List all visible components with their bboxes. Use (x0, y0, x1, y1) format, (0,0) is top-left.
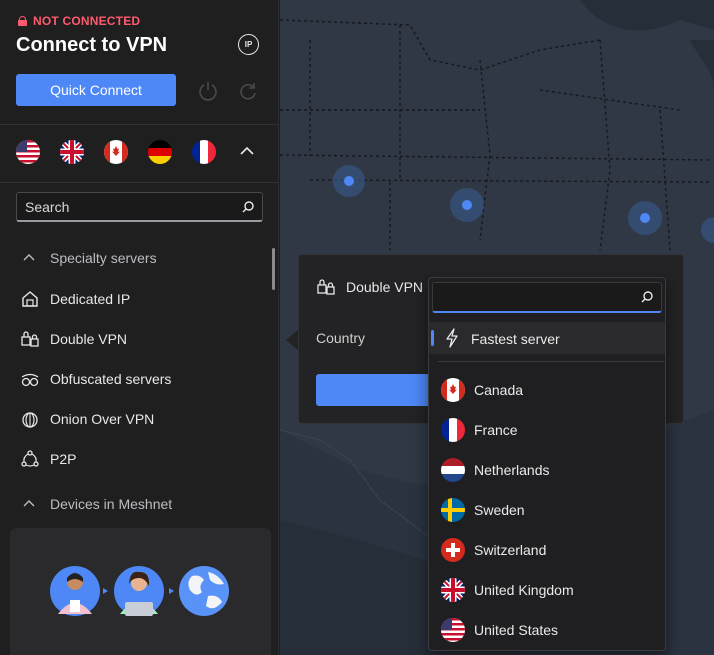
nl-flag-icon (441, 458, 465, 482)
chevron-up-icon (23, 500, 35, 507)
dropdown-item-label: Netherlands (474, 462, 550, 478)
search-placeholder: Search (25, 198, 70, 215)
se-flag-icon (441, 498, 465, 522)
dropdown-item-label: Sweden (474, 502, 525, 518)
ch-flag-icon (441, 538, 465, 562)
dropdown-item-fastest-server[interactable]: Fastest server (429, 322, 665, 354)
chevron-up-icon (23, 254, 35, 261)
search-input[interactable]: Search (16, 192, 263, 222)
onion-icon (22, 412, 38, 428)
sidebar-item-double-vpn[interactable]: Double VPN (20, 329, 127, 349)
nav-label: P2P (50, 451, 77, 467)
sidebar-item-onion[interactable]: Onion Over VPN (20, 409, 154, 429)
dropdown-item-label: France (474, 422, 518, 438)
nav-label: Obfuscated servers (50, 371, 172, 387)
country-label: Country (316, 330, 366, 346)
meshnet-card (10, 528, 271, 655)
dropdown-search-input[interactable] (432, 282, 662, 313)
power-icon[interactable] (197, 80, 219, 102)
dropdown-divider (438, 361, 664, 362)
meshnet-illustration (50, 566, 229, 616)
sidebar-item-dedicated-ip[interactable]: Dedicated IP (20, 289, 130, 309)
nav-label: Onion Over VPN (50, 411, 155, 427)
dropdown-item-sweden[interactable]: Sweden (441, 498, 525, 522)
sidebar-item-p2p[interactable]: P2P (20, 449, 76, 469)
p2p-icon (21, 450, 39, 467)
chevron-up-icon[interactable] (240, 146, 254, 156)
popover-title: Double VPN (316, 277, 423, 297)
dropdown-item-label: United Kingdom (474, 582, 574, 598)
nav-label: Specialty servers (50, 250, 157, 266)
glasses-icon (21, 373, 39, 387)
dropdown-item-label: Fastest server (471, 331, 560, 347)
divider (0, 124, 279, 125)
sidebar-scrollbar[interactable] (272, 248, 275, 290)
fr-flag-icon (441, 418, 465, 442)
dropdown-item-label: Switzerland (474, 542, 547, 558)
double-lock-icon (317, 279, 335, 295)
nav-label: Dedicated IP (50, 291, 131, 307)
uk-flag-icon[interactable] (60, 140, 84, 164)
dropdown-item-united-kingdom[interactable]: United Kingdom (441, 578, 574, 602)
popover-title-text: Double VPN (346, 279, 424, 295)
us-flag-icon[interactable] (16, 140, 40, 164)
selected-indicator (431, 330, 434, 346)
dropdown-item-netherlands[interactable]: Netherlands (441, 458, 550, 482)
house-icon (22, 291, 38, 307)
popover-connect-button[interactable] (316, 374, 436, 406)
status-text: NOT CONNECTED (33, 14, 141, 28)
us-flag-icon (441, 618, 465, 642)
ip-button[interactable]: IP (238, 34, 259, 55)
refresh-icon[interactable] (237, 80, 259, 102)
sidebar: NOT CONNECTED Connect to VPN IP Quick Co… (0, 0, 279, 655)
ca-flag-icon (441, 378, 465, 402)
sidebar-item-obfuscated[interactable]: Obfuscated servers (20, 369, 171, 389)
dropdown-item-switzerland[interactable]: Switzerland (441, 538, 546, 562)
connection-status: NOT CONNECTED (18, 14, 140, 28)
nav-label: Double VPN (50, 331, 128, 347)
meshnet-header[interactable]: Devices in Meshnet (20, 496, 172, 512)
fr-flag-icon[interactable] (192, 140, 216, 164)
uk-flag-icon (441, 578, 465, 602)
app-root: NOT CONNECTED Connect to VPN IP Quick Co… (0, 0, 714, 655)
recent-countries (16, 140, 216, 164)
ca-flag-icon[interactable] (104, 140, 128, 164)
lightning-icon (446, 328, 458, 348)
popover-pointer (286, 330, 298, 350)
dropdown-item-label: United States (474, 622, 559, 638)
search-icon (641, 291, 653, 303)
quick-connect-button[interactable]: Quick Connect (16, 74, 176, 106)
dropdown-item-label: Canada (474, 382, 524, 398)
page-title: Connect to VPN (16, 34, 168, 56)
dropdown-item-united-states[interactable]: United States (441, 618, 558, 642)
dropdown-item-france[interactable]: France (441, 418, 518, 442)
divider (0, 182, 279, 183)
nav-label: Devices in Meshnet (50, 496, 173, 512)
lock-icon (18, 16, 27, 26)
dropdown-item-canada[interactable]: Canada (441, 378, 523, 402)
search-icon (242, 201, 254, 213)
specialty-servers-header[interactable]: Specialty servers (20, 250, 157, 266)
double-lock-icon (21, 331, 39, 347)
de-flag-icon[interactable] (148, 140, 172, 164)
